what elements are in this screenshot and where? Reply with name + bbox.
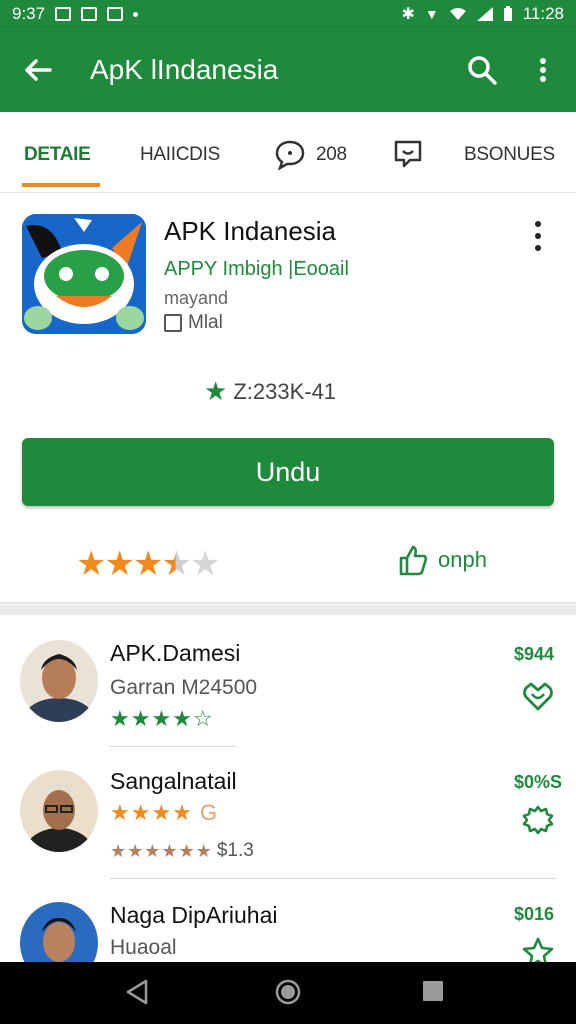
app-name: APK Indanesia bbox=[164, 216, 337, 246]
rating-summary: ★ Z:233K-41 bbox=[204, 376, 336, 407]
tab-comments[interactable]: 208 bbox=[316, 144, 347, 166]
review-stars-main: ★★★★ bbox=[110, 800, 193, 825]
chat-bubble-icon bbox=[275, 140, 305, 170]
content-rating-icon bbox=[164, 314, 182, 332]
content-rating: Mlal bbox=[164, 312, 223, 334]
gear-icon[interactable] bbox=[522, 804, 554, 836]
user-rating-stars[interactable]: ★★★★★ bbox=[76, 544, 221, 584]
share-label: onph bbox=[438, 547, 487, 572]
review-meta: ★★★★★★ $1.3 bbox=[110, 840, 254, 862]
wifi-icon bbox=[449, 8, 466, 20]
rating-count: Z:233K-41 bbox=[233, 378, 337, 404]
content-rating-label: Mlal bbox=[188, 312, 223, 333]
star-icon: ★ bbox=[204, 376, 228, 406]
review-stars: ★★★★ G bbox=[110, 800, 218, 826]
install-button[interactable]: Undu bbox=[22, 438, 554, 506]
app-logo bbox=[22, 214, 146, 334]
app-more-icon[interactable] bbox=[528, 218, 548, 254]
system-nav-bar bbox=[0, 962, 576, 1024]
back-arrow-icon[interactable] bbox=[20, 52, 56, 88]
review-divider bbox=[110, 746, 236, 747]
star-filled-icon: ★ bbox=[104, 545, 135, 583]
section-divider bbox=[0, 602, 576, 615]
review-stars: ★★★★☆ bbox=[110, 706, 214, 731]
active-tab-indicator bbox=[22, 183, 100, 187]
star-empty-icon: ★ bbox=[189, 545, 221, 583]
avatar bbox=[20, 640, 98, 722]
search-icon[interactable] bbox=[464, 52, 500, 88]
developer-link[interactable]: APPY Imbigh |Eooail bbox=[164, 258, 349, 281]
home-icon[interactable] bbox=[274, 978, 302, 1006]
stars-count: $1.3 bbox=[216, 840, 254, 861]
more-vert-icon[interactable] bbox=[528, 52, 558, 88]
reviewer-name: Naga DipAriuhai bbox=[110, 902, 278, 928]
notification-icon bbox=[55, 7, 72, 21]
app-bar-title: ApK lIndanesia bbox=[90, 54, 279, 85]
star-filled-icon: ★ bbox=[76, 545, 107, 583]
review-price: $944 bbox=[514, 644, 555, 664]
recents-icon[interactable] bbox=[420, 978, 446, 1004]
thumb-up-icon bbox=[399, 545, 428, 576]
app-category: mayand bbox=[164, 288, 229, 308]
badge-heart-icon[interactable] bbox=[522, 680, 554, 712]
review-price: $016 bbox=[514, 904, 555, 924]
avatar bbox=[20, 770, 98, 852]
review-price: $0%S bbox=[514, 772, 563, 792]
feedback-icon[interactable] bbox=[392, 138, 424, 170]
tab-bonuses[interactable]: BSONUES bbox=[464, 144, 555, 166]
review-subtitle: Huaoal bbox=[110, 936, 177, 959]
back-icon[interactable] bbox=[124, 978, 150, 1006]
share-button[interactable]: onph bbox=[398, 544, 487, 576]
review-extra: G bbox=[200, 800, 219, 825]
cell-signal-icon bbox=[476, 7, 493, 21]
battery-icon bbox=[503, 6, 512, 21]
tab-reviews[interactable]: HAIICDIS bbox=[140, 144, 220, 166]
reviewer-name: Sangalnatail bbox=[110, 768, 237, 794]
clock-left: 9:37 bbox=[12, 4, 46, 23]
signal-icon: ▼ bbox=[424, 6, 439, 22]
notification-dot-icon bbox=[133, 11, 139, 17]
notification-icon bbox=[107, 7, 124, 21]
clock-right: 11:28 bbox=[522, 4, 564, 23]
tab-details[interactable]: DETAIE bbox=[24, 144, 91, 166]
reviewer-name: APK.Damesi bbox=[110, 640, 241, 666]
status-bar: 9:37 ✱ ▼ 11:28 bbox=[0, 0, 576, 28]
star-half-icon: ★ bbox=[161, 545, 192, 583]
bluetooth-icon: ✱ bbox=[401, 6, 415, 23]
star-filled-icon: ★ bbox=[132, 545, 164, 583]
small-stars: ★★★★★★ bbox=[110, 840, 213, 861]
review-subtitle: Garran M24500 bbox=[110, 676, 258, 699]
app-bar: ApK lIndanesia bbox=[0, 28, 576, 112]
notification-icon bbox=[81, 7, 98, 21]
review-divider bbox=[110, 878, 556, 879]
